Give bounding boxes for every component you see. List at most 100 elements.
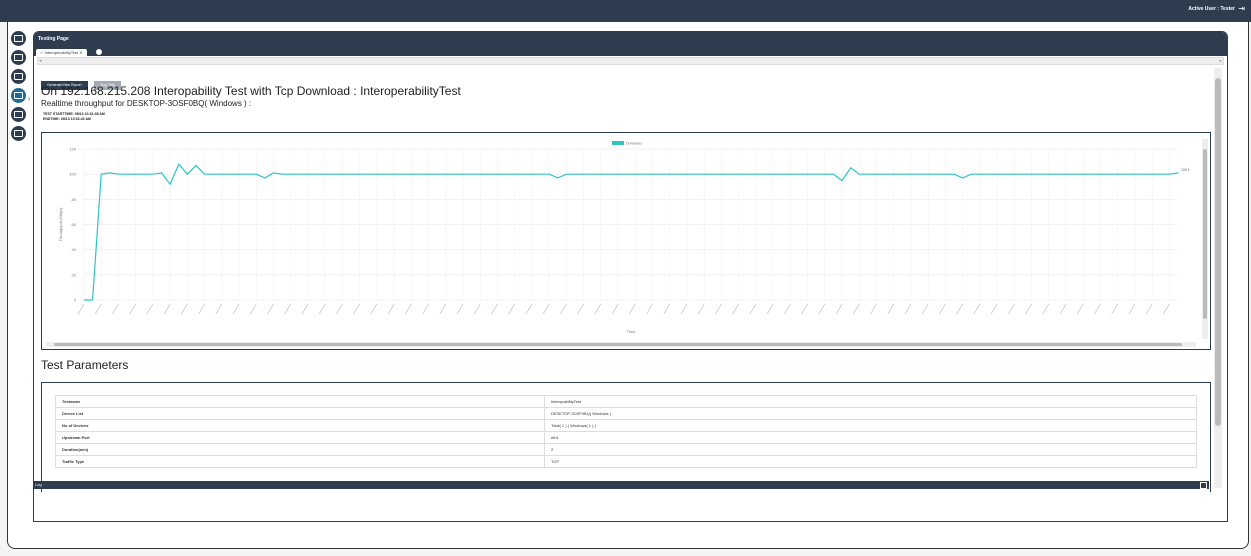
x-tick-label (870, 303, 877, 315)
cast-icon[interactable] (11, 50, 26, 65)
data-point (781, 173, 783, 175)
data-point (83, 299, 85, 301)
data-point (247, 173, 249, 175)
data-point (919, 173, 921, 175)
data-point (410, 173, 412, 175)
data-point (496, 173, 498, 175)
data-point (1005, 173, 1007, 175)
x-tick-label (353, 303, 360, 315)
add-tab-icon[interactable] (96, 49, 102, 55)
data-point (910, 173, 912, 175)
data-point (100, 173, 102, 175)
x-tick-label (249, 303, 257, 315)
y-tick-label: 40 (72, 247, 77, 252)
data-point (867, 173, 869, 175)
data-point (1082, 173, 1084, 175)
monitor-icon[interactable] (11, 31, 26, 46)
data-point (298, 173, 300, 175)
data-point (419, 173, 421, 175)
table-row: No of Devices Total( 1 ) ( Windows( 1 ) ) (55, 419, 1197, 432)
data-point (1168, 173, 1170, 175)
data-point (1048, 173, 1050, 175)
data-point (565, 173, 567, 175)
x-tick-label (990, 303, 998, 315)
x-tick-label (852, 303, 860, 315)
y-tick-label: 0 (74, 298, 77, 303)
vertical-scrollbar[interactable] (1214, 68, 1222, 488)
data-point (712, 173, 714, 175)
parameters-table: Testname InteropabilityTest Device List DES… (55, 395, 1197, 468)
data-point (350, 173, 352, 175)
test-icon[interactable] (11, 88, 26, 103)
horizontal-scrollbar[interactable]: ◂ ▸ (37, 57, 1224, 65)
data-point (161, 172, 163, 174)
param-key: Device List (55, 407, 545, 420)
x-tick-label (387, 303, 395, 315)
data-point (738, 173, 740, 175)
maximize-icon[interactable] (1200, 482, 1207, 489)
logout-icon[interactable]: ⇥ (1238, 4, 1245, 13)
data-point (858, 173, 860, 175)
end-time: ENDTIME: 08/13 10:33:43 AM (43, 117, 91, 121)
data-point (953, 173, 955, 175)
x-tick-label (525, 303, 533, 315)
chart-horizontal-scrollbar[interactable] (46, 342, 1196, 347)
close-icon[interactable]: ✕ (79, 50, 82, 55)
data-point (548, 173, 550, 175)
devices-icon[interactable] (11, 69, 26, 84)
data-point (540, 173, 542, 175)
x-tick-label (629, 303, 636, 315)
log-bar[interactable]: Log (33, 481, 1209, 489)
x-tick-label (749, 303, 757, 315)
data-point (204, 173, 206, 175)
x-tick-label (473, 303, 481, 315)
x-tick-label (163, 303, 171, 315)
data-point (893, 173, 895, 175)
data-point (901, 173, 903, 175)
data-point (626, 173, 628, 175)
x-tick-label (198, 303, 205, 315)
x-tick-label (577, 303, 584, 315)
chart-svg: 0 20 40 60 80 100 120 100.1 Download Time Throughp… (58, 141, 1190, 334)
scroll-left-icon[interactable]: ◂ (39, 58, 42, 64)
y-tick-label: 80 (72, 197, 77, 202)
test-times: TEST STARTTIME: 08/13 10:31:38 AM ENDTIM… (43, 112, 105, 122)
data-point (824, 173, 826, 175)
x-tick-label (1163, 303, 1170, 315)
x-tick-label (697, 303, 705, 315)
data-point (376, 173, 378, 175)
chart-vertical-scrollbar[interactable] (1202, 139, 1208, 339)
x-tick-label (267, 303, 274, 315)
data-point (987, 173, 989, 175)
x-tick-label (422, 303, 429, 315)
scroll-right-icon[interactable]: ▸ (1219, 58, 1222, 64)
data-point (1022, 173, 1024, 175)
data-point (1013, 173, 1015, 175)
data-point (264, 177, 266, 179)
data-point (221, 173, 223, 175)
data-point (1065, 173, 1067, 175)
x-tick-label (542, 303, 550, 315)
data-point (229, 173, 231, 175)
x-tick-label (715, 303, 722, 315)
data-point (608, 173, 610, 175)
data-point (720, 173, 722, 175)
data-point (583, 173, 585, 175)
x-tick-label (284, 303, 292, 315)
x-tick-label (663, 303, 671, 315)
data-point (677, 173, 679, 175)
x-tick-label (818, 303, 826, 315)
x-tick-label (77, 303, 85, 315)
chevron-right-icon[interactable]: › (28, 96, 30, 103)
x-tick-label (336, 303, 343, 315)
data-point (169, 183, 171, 185)
data-point (1091, 173, 1093, 175)
data-point (143, 173, 145, 175)
data-point (1125, 173, 1127, 175)
data-point (1039, 173, 1041, 175)
x-tick-label (508, 303, 516, 315)
settings-icon[interactable] (11, 107, 26, 122)
report-icon[interactable] (11, 126, 26, 141)
data-point (1143, 173, 1145, 175)
param-value: DESKTOP-3OSF0BQ( Windows ) (544, 407, 1197, 420)
